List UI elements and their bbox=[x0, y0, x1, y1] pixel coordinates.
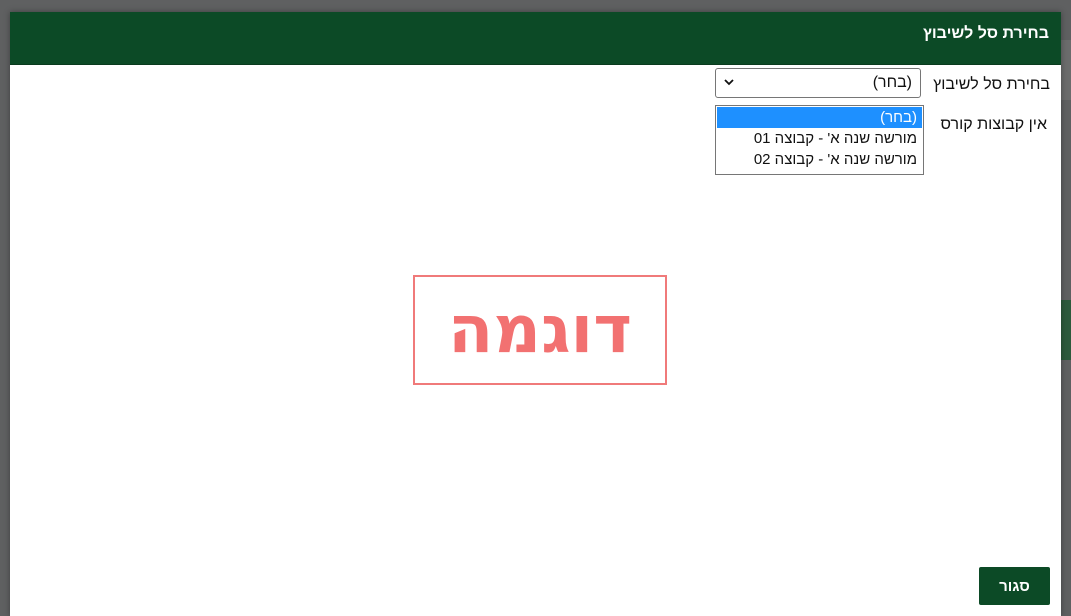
no-course-groups-text: אין קבוצות קורס bbox=[940, 116, 1048, 133]
close-button[interactable]: סגור bbox=[979, 567, 1050, 605]
dropdown-option[interactable]: (בחר) bbox=[717, 107, 922, 128]
sample-watermark: דוגמה bbox=[413, 275, 667, 385]
modal-title: בחירת סל לשיבוץ bbox=[923, 25, 1049, 42]
chevron-down-icon bbox=[724, 79, 734, 86]
dropdown-option[interactable]: מורשה שנה א' - קבוצה 01 bbox=[717, 128, 922, 149]
basket-select-label: בחירת סל לשיבוץ bbox=[933, 76, 1050, 93]
basket-dropdown-list: (בחר) מורשה שנה א' - קבוצה 01 מורשה שנה … bbox=[715, 105, 924, 175]
modal-dialog: בחירת סל לשיבוץ בחירת סל לשיבוץ (בחר) אי… bbox=[10, 12, 1061, 616]
modal-header: בחירת סל לשיבוץ bbox=[10, 12, 1061, 65]
watermark-text: דוגמה bbox=[447, 291, 633, 368]
dropdown-option[interactable]: מורשה שנה א' - קבוצה 02 bbox=[717, 149, 922, 170]
basket-select[interactable]: (בחר) bbox=[715, 68, 921, 98]
basket-select-value: (בחר) bbox=[872, 74, 912, 91]
